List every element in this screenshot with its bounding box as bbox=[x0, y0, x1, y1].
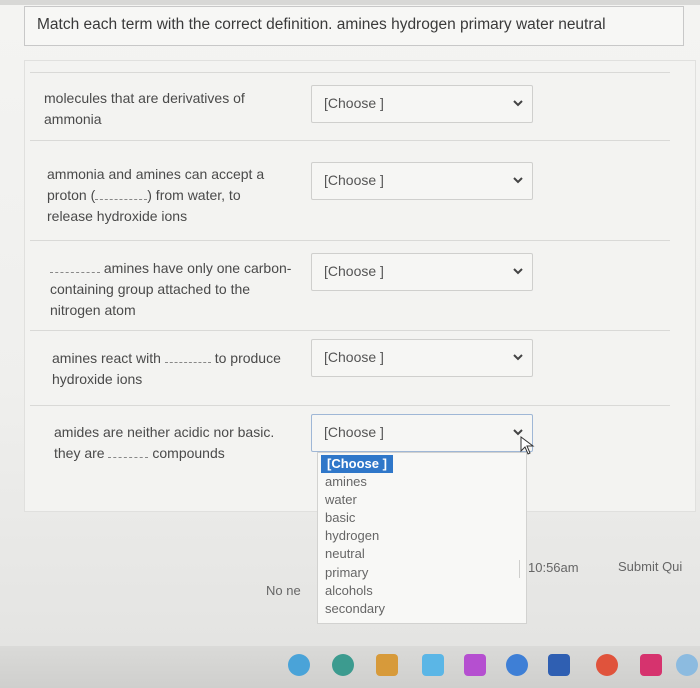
select-value: [Choose ] bbox=[324, 424, 384, 440]
term-line: they are compounds bbox=[54, 443, 274, 464]
term-line: containing group attached to the bbox=[50, 281, 251, 297]
divider bbox=[30, 72, 670, 73]
chevron-down-icon bbox=[513, 100, 523, 107]
term-fragment: ) from water, to bbox=[147, 187, 241, 203]
term-fragment: compounds bbox=[152, 445, 225, 461]
taskbar-app-icon[interactable] bbox=[464, 654, 486, 676]
dropdown-option[interactable]: alcohols bbox=[325, 583, 373, 598]
taskbar-app-icon[interactable] bbox=[422, 654, 444, 676]
divider bbox=[30, 240, 670, 241]
taskbar-app-icon[interactable] bbox=[596, 654, 618, 676]
term-line: ammonia bbox=[44, 111, 102, 127]
term-3: amines have only one carbon- containing … bbox=[50, 258, 291, 321]
dropdown-option[interactable]: amines bbox=[325, 474, 367, 489]
term-line: release hydroxide ions bbox=[47, 208, 188, 224]
select-term-2[interactable]: [Choose ] bbox=[311, 162, 533, 200]
dropdown-listbox[interactable]: [Choose ] amines water basic hydrogen ne… bbox=[317, 452, 527, 624]
dropdown-option[interactable]: basic bbox=[325, 510, 355, 525]
select-term-1[interactable]: [Choose ] bbox=[311, 85, 533, 123]
term-line: nitrogen atom bbox=[50, 302, 136, 318]
divider bbox=[30, 405, 670, 406]
submit-quiz-button[interactable]: Submit Qui bbox=[618, 559, 682, 574]
term-fragment: they are bbox=[54, 445, 105, 461]
taskbar-app-icon[interactable] bbox=[548, 654, 570, 676]
blank-line bbox=[50, 260, 100, 273]
top-strip bbox=[0, 0, 700, 5]
chevron-down-icon bbox=[513, 177, 523, 184]
select-value: [Choose ] bbox=[324, 172, 384, 188]
taskbar-app-icon[interactable] bbox=[506, 654, 528, 676]
term-line: amines have only one carbon- bbox=[50, 258, 291, 279]
taskbar-app-icon[interactable] bbox=[376, 654, 398, 676]
question-header: Match each term with the correct definit… bbox=[24, 6, 684, 46]
term-fragment: proton ( bbox=[47, 187, 96, 203]
term-fragment: amines have only one carbon- bbox=[103, 260, 292, 276]
time-text: 10:56am bbox=[528, 560, 579, 575]
no-new-text: No ne bbox=[266, 583, 301, 598]
select-value: [Choose ] bbox=[324, 349, 384, 365]
term-fragment: amines react with bbox=[52, 350, 161, 366]
divider bbox=[30, 140, 670, 141]
blank-line bbox=[108, 445, 149, 458]
select-value: [Choose ] bbox=[324, 95, 384, 111]
saved-time: 10:56am bbox=[519, 560, 611, 578]
taskbar-app-icon[interactable] bbox=[288, 654, 310, 676]
term-line: amines react with to produce bbox=[52, 348, 281, 369]
dropdown-option[interactable]: secondary bbox=[325, 601, 385, 616]
divider bbox=[30, 330, 670, 331]
term-fragment: to produce bbox=[214, 350, 281, 366]
dropdown-option[interactable]: water bbox=[325, 492, 357, 507]
term-2: ammonia and amines can accept a proton (… bbox=[47, 164, 264, 227]
screen: Match each term with the correct definit… bbox=[0, 0, 700, 646]
taskbar-app-icon[interactable] bbox=[640, 654, 662, 676]
chevron-down-icon bbox=[513, 268, 523, 275]
chevron-down-icon bbox=[513, 354, 523, 361]
term-1: molecules that are derivatives of ammoni… bbox=[44, 88, 245, 130]
term-line: proton ( ) from water, to bbox=[47, 185, 264, 206]
term-4: amines react with to produce hydroxide i… bbox=[52, 348, 281, 390]
select-term-5[interactable]: [Choose ] bbox=[311, 414, 533, 452]
term-line: molecules that are derivatives of bbox=[44, 90, 245, 106]
dropdown-option[interactable]: neutral bbox=[325, 546, 365, 561]
term-line: ammonia and amines can accept a bbox=[47, 166, 265, 182]
term-line: amides are neither acidic nor basic. bbox=[54, 424, 275, 440]
select-term-4[interactable]: [Choose ] bbox=[311, 339, 533, 377]
dropdown-option[interactable]: primary bbox=[325, 565, 368, 580]
taskbar-app-icon[interactable] bbox=[332, 654, 354, 676]
select-term-3[interactable]: [Choose ] bbox=[311, 253, 533, 291]
select-value: [Choose ] bbox=[324, 263, 384, 279]
dropdown-option[interactable]: [Choose ] bbox=[321, 455, 393, 473]
term-5: amides are neither acidic nor basic. the… bbox=[54, 422, 274, 464]
mouse-cursor-icon bbox=[520, 436, 535, 455]
blank-line bbox=[164, 350, 211, 363]
blank-line bbox=[95, 187, 148, 200]
question-text: Match each term with the correct definit… bbox=[37, 16, 606, 33]
term-line: hydroxide ions bbox=[52, 371, 143, 387]
dropdown-option[interactable]: hydrogen bbox=[325, 528, 379, 543]
taskbar-app-icon[interactable] bbox=[676, 654, 698, 676]
